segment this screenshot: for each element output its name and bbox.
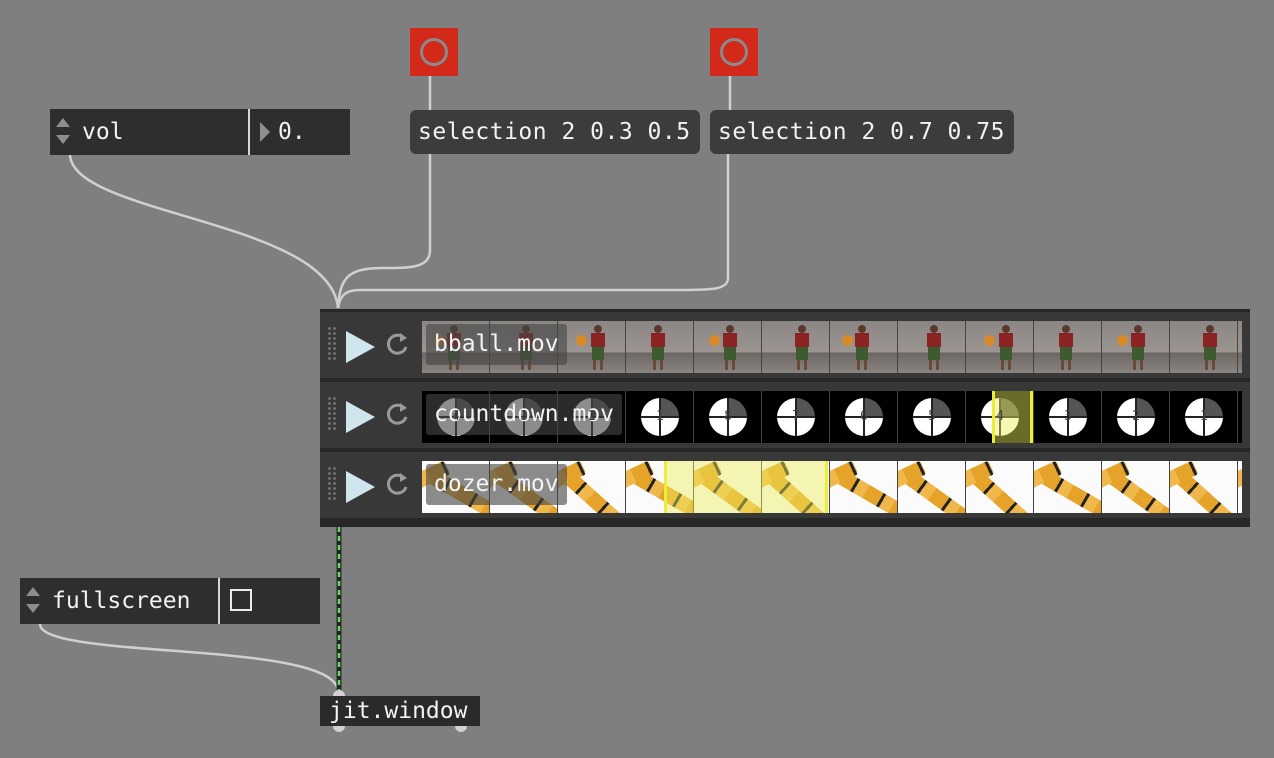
- bang-ring-icon: [420, 38, 448, 66]
- thumbnail-frame: [1102, 321, 1170, 373]
- countdown-circle: 8: [709, 398, 747, 436]
- bang-button-left[interactable]: [410, 28, 458, 76]
- person-figure: [998, 325, 1014, 373]
- thumbnail-frame: [558, 321, 626, 373]
- message-selection-2[interactable]: selection 2 0.7 0.75: [710, 110, 1014, 154]
- clip-row[interactable]: 4321876543218 countdown.mov: [320, 382, 1250, 448]
- countdown-circle: 1: [1185, 398, 1223, 436]
- thumbnail-frame: [966, 321, 1034, 373]
- countdown-circle: 2: [573, 398, 611, 436]
- jit-playlist[interactable]: bball.mov 4321876543218 countdown.mov do…: [320, 309, 1250, 527]
- selection-highlight: [664, 461, 828, 513]
- countdown-circle: 2: [1117, 398, 1155, 436]
- countdown-circle: 3: [505, 398, 543, 436]
- up-down-arrows-icon[interactable]: [26, 587, 42, 615]
- clip-row[interactable]: bball.mov: [320, 312, 1250, 378]
- loop-icon[interactable]: [382, 469, 412, 499]
- thumbnail-frame: [966, 461, 1034, 513]
- person-figure: [794, 325, 810, 373]
- loop-icon[interactable]: [382, 399, 412, 429]
- outlet[interactable]: [455, 726, 467, 732]
- person-figure: [1130, 325, 1146, 373]
- person-figure: [854, 325, 870, 373]
- person-figure: [650, 325, 666, 373]
- person-figure: [1058, 325, 1074, 373]
- ball-icon: [709, 335, 720, 346]
- play-icon[interactable]: [346, 401, 375, 433]
- thumbnail-frame: [1170, 461, 1238, 513]
- loop-icon[interactable]: [382, 329, 412, 359]
- thumbnail-frame: 1: [1170, 391, 1238, 443]
- countdown-circle: 4: [437, 398, 475, 436]
- countdown-circle: 6: [845, 398, 883, 436]
- divider: [218, 578, 220, 624]
- thumbnail-frame: [1102, 461, 1170, 513]
- thumbnail-frame: [762, 321, 830, 373]
- attr-name: fullscreen: [52, 588, 191, 614]
- thumbnail-frame: [1034, 461, 1102, 513]
- attr-name: vol: [82, 119, 124, 145]
- ball-icon: [842, 335, 853, 346]
- thumbnail-frame: [1238, 321, 1242, 373]
- countdown-circle: 7: [777, 398, 815, 436]
- thumbnail-frame: 5: [898, 391, 966, 443]
- countdown-circle: 1: [641, 398, 679, 436]
- thumbnail-frame: [626, 321, 694, 373]
- divider: [248, 109, 250, 155]
- ball-icon: [1117, 335, 1128, 346]
- grip-icon[interactable]: [327, 396, 337, 432]
- thumbnail-frame: 7: [762, 391, 830, 443]
- person-figure: [1202, 325, 1218, 373]
- person-figure: [590, 325, 606, 373]
- thumbnail-frame: [1034, 321, 1102, 373]
- thumbnail-frame: 8: [1238, 391, 1242, 443]
- vol-attrui[interactable]: vol 0.: [50, 109, 350, 155]
- thumbnail-frame: [830, 321, 898, 373]
- thumbnail-frame: [898, 461, 966, 513]
- message-selection-1[interactable]: selection 2 0.3 0.5: [410, 110, 700, 154]
- play-icon[interactable]: [346, 331, 375, 363]
- clip-row[interactable]: dozer.mov: [320, 452, 1250, 518]
- triangle-right-icon: [260, 122, 270, 142]
- clip-name: dozer.mov: [426, 464, 567, 505]
- ball-icon: [984, 335, 995, 346]
- play-icon[interactable]: [346, 471, 375, 503]
- thumbnail-frame: 3: [1034, 391, 1102, 443]
- fullscreen-toggle[interactable]: [230, 589, 252, 611]
- thumbnail-frame: 2: [1102, 391, 1170, 443]
- thumbnail-frame: [558, 461, 626, 513]
- ball-icon: [576, 335, 587, 346]
- thumbnail-frame: [830, 461, 898, 513]
- thumbnail-frame: [898, 321, 966, 373]
- clip-name: bball.mov: [426, 324, 567, 365]
- thumbnail-frame: 6: [830, 391, 898, 443]
- thumbnail-frame: [1170, 321, 1238, 373]
- bang-ring-icon: [720, 38, 748, 66]
- thumbnail-frame: 1: [626, 391, 694, 443]
- grip-icon[interactable]: [327, 466, 337, 502]
- thumbnail-frame: 8: [694, 391, 762, 443]
- bang-button-right[interactable]: [710, 28, 758, 76]
- countdown-circle: 4: [981, 398, 1019, 436]
- grip-icon[interactable]: [327, 326, 337, 362]
- up-down-arrows-icon[interactable]: [56, 118, 72, 146]
- jit-window-object[interactable]: jit.window: [320, 696, 480, 726]
- vol-value[interactable]: 0.: [278, 109, 306, 155]
- fullscreen-attrui[interactable]: fullscreen: [20, 578, 320, 624]
- person-figure: [926, 325, 942, 373]
- excavator-arm: [1238, 461, 1242, 496]
- countdown-circle: 3: [1049, 398, 1087, 436]
- outlet[interactable]: [333, 726, 345, 732]
- countdown-circle: 5: [913, 398, 951, 436]
- thumbnail-frame: [1238, 461, 1242, 513]
- person-figure: [722, 325, 738, 373]
- thumbnail-frame: [694, 321, 762, 373]
